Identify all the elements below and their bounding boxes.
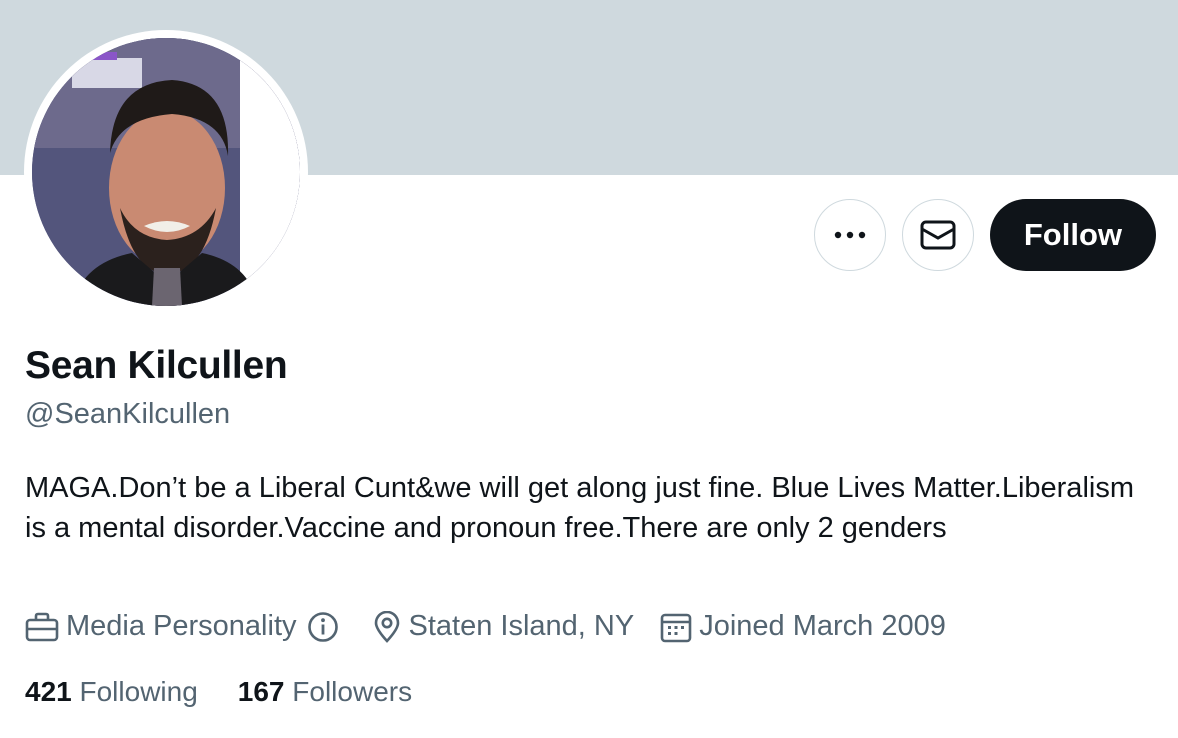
profile-meta: Media Personality Staten Island, NY Join… [25,610,972,643]
more-icon [833,230,867,240]
followers-label: Followers [292,676,413,707]
info-icon[interactable] [307,611,346,643]
joined-label: Joined March 2009 [699,610,946,642]
following-count: 421 [25,676,72,707]
category-label: Media Personality [66,610,297,642]
followers-link[interactable]: 167 Followers [238,676,412,708]
profile-bio: MAGA.Don’t be a Liberal Cunt&we will get… [25,472,1134,544]
location-label: Staten Island, NY [408,610,635,642]
calendar-icon [660,611,699,643]
username-handle: @SeanKilcullen [25,398,231,430]
briefcase-icon [25,612,66,642]
avatar-frame [24,30,308,314]
follow-button[interactable]: Follow [989,199,1156,271]
avatar[interactable] [32,38,300,306]
category-item: Media Personality [25,610,346,643]
location-pin-icon [372,610,409,643]
following-label: Following [79,676,198,707]
followers-count: 167 [237,676,285,707]
joined-item: Joined March 2009 [660,610,946,643]
more-button[interactable] [813,199,886,271]
following-link[interactable]: 421 Following [25,676,198,708]
profile-stats: 421 Following 167 Followers [25,676,452,708]
location-item: Staten Island, NY [372,610,635,643]
envelope-icon [920,220,956,250]
display-name: Sean Kilcullen [25,344,288,387]
message-button[interactable] [901,199,974,271]
profile-actions: Follow [813,199,1156,271]
avatar-photo [32,38,300,306]
